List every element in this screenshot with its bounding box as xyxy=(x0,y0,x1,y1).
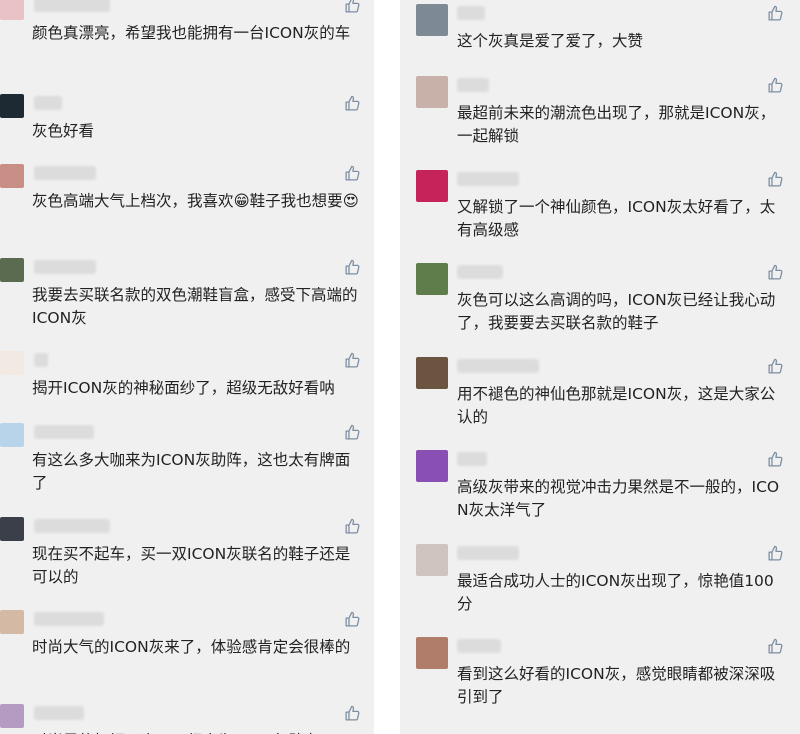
comment-text: 灰色高端大气上档次，我喜欢😁鞋子我也想要😍 xyxy=(32,192,359,210)
avatar[interactable] xyxy=(0,423,24,447)
comment-text: 高级灰带来的视觉冲击力果然是不一般的，ICON灰太洋气了 xyxy=(457,478,780,519)
like-icon[interactable] xyxy=(343,258,361,276)
avatar[interactable] xyxy=(416,544,448,576)
username-blurred[interactable] xyxy=(34,519,110,533)
comment-text: 时尚大气的ICON灰来了，体验感肯定会很棒的 xyxy=(32,638,351,656)
avatar[interactable] xyxy=(416,450,448,482)
comment-text: 用不褪色的神仙色那就是ICON灰，这是大家公认的 xyxy=(457,385,776,426)
username-blurred[interactable] xyxy=(34,706,84,720)
comment-text: 这个灰真是爱了爱了，大赞 xyxy=(457,32,644,50)
comment-text: 最超前未来的潮流色出现了，那就是ICON灰，一起解锁 xyxy=(457,104,776,145)
avatar[interactable] xyxy=(0,517,24,541)
comment-text: 揭开ICON灰的神秘面纱了，超级无敌好看呐 xyxy=(32,379,335,397)
like-icon[interactable] xyxy=(343,423,361,441)
like-icon[interactable] xyxy=(766,263,784,281)
username-blurred[interactable] xyxy=(34,260,96,274)
avatar[interactable] xyxy=(416,76,448,108)
username-blurred[interactable] xyxy=(34,353,48,367)
comment-text: 看到这么好看的ICON灰，感觉眼睛都被深深吸引到了 xyxy=(457,665,776,706)
comment-column-left: 颜色真漂亮，希望我也能拥有一台ICON灰的车 灰色好看灰色高端大气上档次，我喜欢😁… xyxy=(0,0,374,734)
username-blurred[interactable] xyxy=(34,425,94,439)
like-icon[interactable] xyxy=(343,351,361,369)
avatar[interactable] xyxy=(416,357,448,389)
username-blurred[interactable] xyxy=(457,6,485,20)
like-icon[interactable] xyxy=(766,357,784,375)
comment-text: 灰色好看 xyxy=(32,122,95,140)
username-blurred[interactable] xyxy=(457,172,519,186)
username-blurred[interactable] xyxy=(457,546,519,560)
like-icon[interactable] xyxy=(766,170,784,188)
username-blurred[interactable] xyxy=(34,166,96,180)
avatar[interactable] xyxy=(0,258,24,282)
username-blurred[interactable] xyxy=(457,265,503,279)
like-icon[interactable] xyxy=(766,544,784,562)
comment-text: 时尚界的扛把子来了，都来为ICON灰助力 xyxy=(32,730,362,734)
like-icon[interactable] xyxy=(343,0,361,14)
username-blurred[interactable] xyxy=(457,452,487,466)
comment-text: 有这么多大咖来为ICON灰助阵，这也太有牌面了 xyxy=(32,451,351,492)
avatar[interactable] xyxy=(0,610,24,634)
username-blurred[interactable] xyxy=(34,612,104,626)
like-icon[interactable] xyxy=(766,76,784,94)
avatar[interactable] xyxy=(0,0,24,20)
avatar[interactable] xyxy=(416,637,448,669)
like-icon[interactable] xyxy=(766,450,784,468)
like-icon[interactable] xyxy=(343,164,361,182)
avatar[interactable] xyxy=(0,94,24,118)
avatar[interactable] xyxy=(0,164,24,188)
like-icon[interactable] xyxy=(766,637,784,655)
username-blurred[interactable] xyxy=(34,96,62,110)
comment-column-right: 这个灰真是爱了爱了，大赞最超前未来的潮流色出现了，那就是ICON灰，一起解锁 又解… xyxy=(400,0,800,734)
username-blurred[interactable] xyxy=(34,0,110,12)
avatar[interactable] xyxy=(0,351,24,375)
username-blurred[interactable] xyxy=(457,359,539,373)
like-icon[interactable] xyxy=(343,610,361,628)
comment-text: 灰色可以这么高调的吗，ICON灰已经让我心动了，我要要去买联名款的鞋子 xyxy=(457,291,776,332)
avatar[interactable] xyxy=(416,4,448,36)
avatar[interactable] xyxy=(0,704,24,728)
like-icon[interactable] xyxy=(343,94,361,112)
comment-text: 最适合成功人士的ICON灰出现了，惊艳值100分 xyxy=(457,572,774,613)
avatar[interactable] xyxy=(416,263,448,295)
comment-text: 又解锁了一个神仙颜色，ICON灰太好看了，太有高级感 xyxy=(457,198,776,239)
comment-text: 现在买不起车，买一双ICON灰联名的鞋子还是可以的 xyxy=(32,545,351,586)
comment-text: 颜色真漂亮，希望我也能拥有一台ICON灰的车 xyxy=(32,24,351,42)
avatar[interactable] xyxy=(416,170,448,202)
username-blurred[interactable] xyxy=(457,78,489,92)
like-icon[interactable] xyxy=(343,704,361,722)
username-blurred[interactable] xyxy=(457,639,501,653)
like-icon[interactable] xyxy=(343,517,361,535)
comment-text: 我要去买联名款的双色潮鞋盲盒，感受下高端的ICON灰 xyxy=(32,286,358,327)
like-icon[interactable] xyxy=(766,4,784,22)
